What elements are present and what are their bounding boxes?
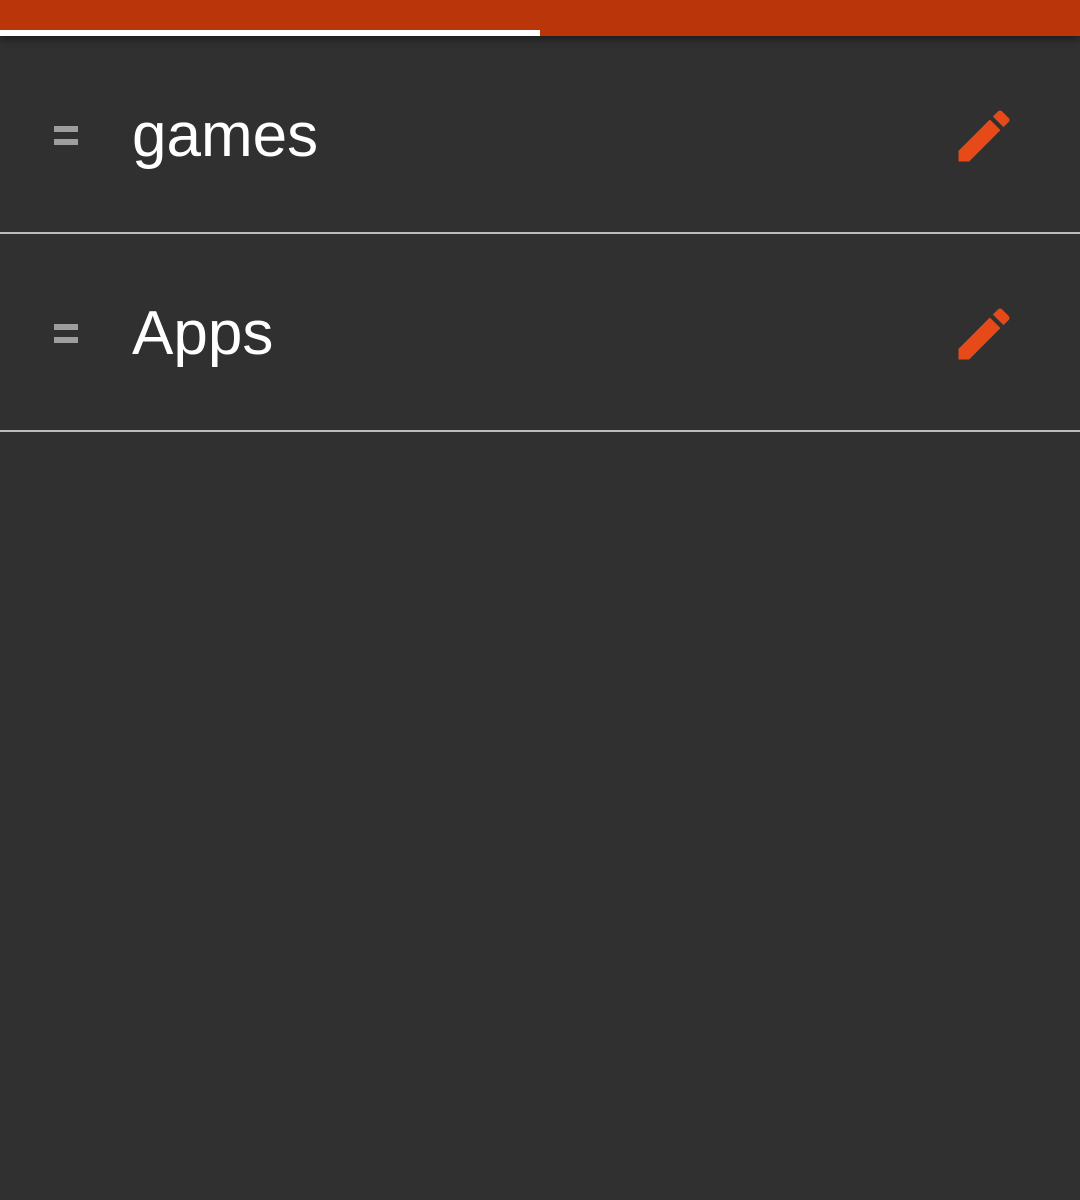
list-item-label: Apps xyxy=(132,299,274,368)
drag-handle-icon[interactable] xyxy=(54,126,78,148)
tab-indicator xyxy=(0,30,540,36)
edit-button[interactable] xyxy=(950,300,1018,368)
pencil-icon xyxy=(958,110,1010,162)
app-bar xyxy=(0,0,1080,36)
category-list: games Apps xyxy=(0,36,1080,432)
edit-button[interactable] xyxy=(950,102,1018,170)
drag-handle-icon[interactable] xyxy=(54,324,78,346)
list-item[interactable]: games xyxy=(0,36,1080,234)
pencil-icon xyxy=(958,308,1010,360)
list-item-label: games xyxy=(132,101,319,170)
list-item[interactable]: Apps xyxy=(0,234,1080,432)
